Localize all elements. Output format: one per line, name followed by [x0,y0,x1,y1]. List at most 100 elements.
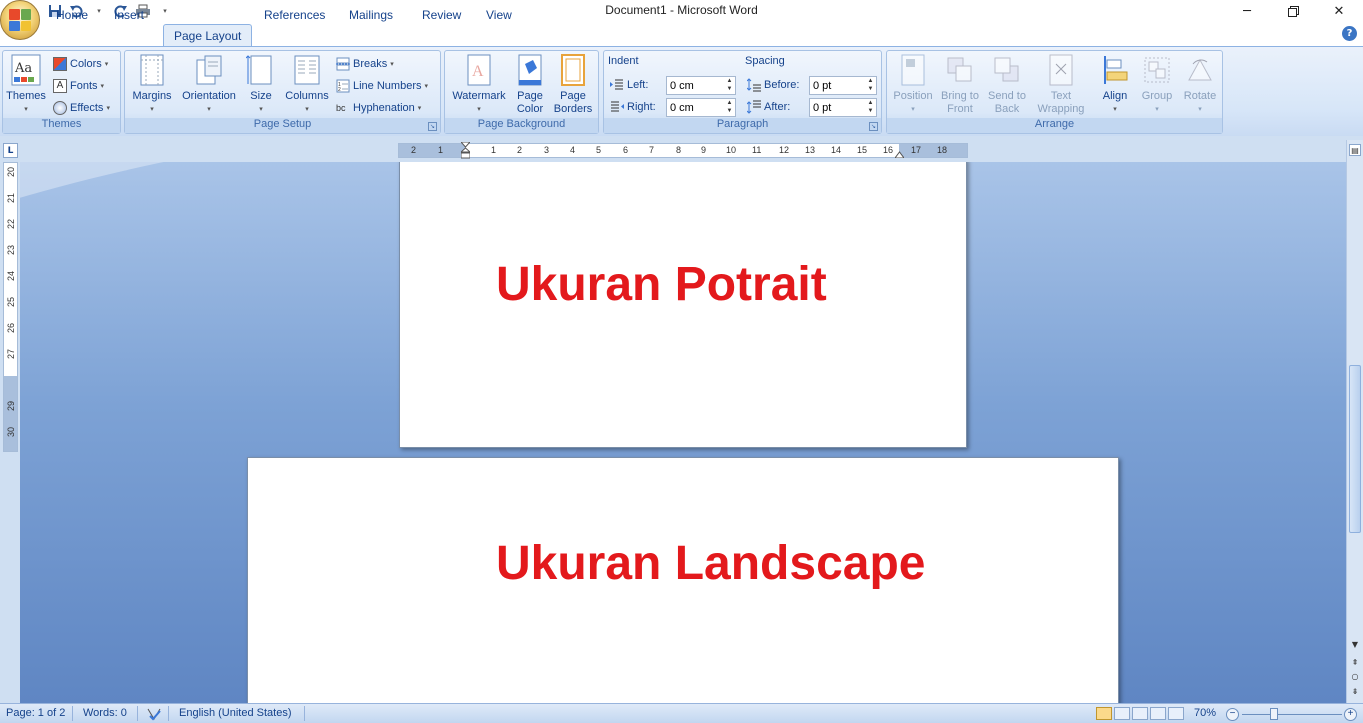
fonts-button[interactable]: A Fonts ▾ [53,79,104,93]
hyphenation-button[interactable]: bc Hyphenation ▾ [336,101,421,115]
previous-page-icon[interactable]: ⇞ [1349,656,1361,668]
chevron-down-icon: ▾ [1155,106,1159,113]
page-setup-launcher-icon[interactable]: ↘ [428,122,437,131]
tab-insert[interactable]: Insert [104,4,154,25]
group-button[interactable]: Group ▾ [1137,54,1177,116]
spacing-before-input[interactable]: 0 pt ▲ ▼ [809,76,877,95]
size-button[interactable]: Size ▾ [243,54,279,116]
align-label: Align [1102,90,1128,102]
help-icon[interactable]: ? [1342,26,1357,41]
colors-button[interactable]: Colors ▾ [53,57,108,71]
right-text: Right: [627,101,656,113]
rotate-button[interactable]: Rotate ▾ [1179,54,1221,116]
line-numbers-button[interactable]: 12 Line Numbers ▾ [336,79,428,93]
ruler-right-margin [899,144,967,157]
outline-view-icon[interactable] [1150,707,1166,720]
themes-button[interactable]: Aa Themes ▾ [5,54,47,116]
page-landscape[interactable]: Ukuran Landscape [247,457,1119,703]
page-count[interactable]: Page: 1 of 2 [6,707,65,719]
restore-icon[interactable] [1270,0,1316,22]
web-layout-view-icon[interactable] [1132,707,1148,720]
columns-icon [292,54,322,86]
group-themes: Aa Themes ▾ Colors ▾ A Fonts ▾ Effects ▾ Th… [2,50,121,134]
svg-text:Aa: Aa [14,61,32,76]
spinner-arrows-icon[interactable]: ▲ ▼ [866,77,875,94]
ruler-label: 3 [544,145,550,155]
orientation-button[interactable]: Orientation ▾ [177,54,241,116]
ruler-label: 10 [726,145,737,155]
select-browse-object-icon[interactable]: ○ [1349,670,1361,682]
view-ruler-icon[interactable]: ▤ [1349,144,1361,156]
spacing-after-input[interactable]: 0 pt ▲ ▼ [809,98,877,117]
before-text: Before: [764,79,800,91]
bring-to-front-label-2: Front [947,103,973,115]
spinner-arrows-icon[interactable]: ▲ ▼ [866,99,875,116]
indent-right-input[interactable]: 0 cm ▲ ▼ [666,98,736,117]
indent-left-input[interactable]: 0 cm ▲ ▼ [666,76,736,95]
tab-view[interactable]: View [476,4,522,25]
watermark-button[interactable]: A Watermark ▾ [449,54,509,116]
page-borders-button[interactable]: Page Borders [551,54,595,116]
themes-icon: Aa [11,54,41,86]
bring-to-front-button[interactable]: Bring to Front [937,54,983,116]
spinner-arrows-icon[interactable]: ▲ ▼ [725,77,734,94]
tab-page-layout[interactable]: Page Layout [163,24,253,46]
scrollbar-thumb[interactable] [1349,365,1361,533]
size-icon [245,54,276,86]
zoom-in-icon[interactable]: + [1344,708,1357,721]
vertical-scrollbar[interactable]: ▤ ▼ ⇞ ○ ⇟ [1346,140,1363,703]
tab-references[interactable]: References [254,4,335,25]
tab-home[interactable]: Home [46,4,98,25]
scroll-down-icon[interactable]: ▼ [1349,638,1361,650]
word-count[interactable]: Words: 0 [83,707,127,719]
horizontal-ruler[interactable]: 2 1 1 2 3 4 5 6 7 8 9 10 11 12 13 14 15 … [398,141,968,159]
draft-view-icon[interactable] [1168,707,1184,720]
spinner-arrows-icon[interactable]: ▲ ▼ [725,99,734,116]
paragraph-launcher-icon[interactable]: ↘ [869,122,878,131]
proofing-icon[interactable] [146,707,162,723]
effects-button[interactable]: Effects ▾ [53,101,110,115]
group-label-page-background: Page Background [445,118,598,133]
align-button[interactable]: Align ▾ [1095,54,1135,116]
ruler-label: 26 [6,323,16,334]
page-portrait[interactable]: Ukuran Potrait [399,162,967,448]
right-indent-marker-icon[interactable] [894,148,905,159]
line-numbers-label: Line Numbers [353,80,422,92]
zoom-slider-thumb[interactable] [1270,708,1278,720]
ruler-left-margin [399,144,465,157]
spacing-after-value: 0 pt [813,101,832,114]
print-layout-view-icon[interactable] [1096,707,1112,720]
page-color-label-1: Page [517,90,543,102]
language-status[interactable]: English (United States) [179,707,292,719]
full-screen-reading-view-icon[interactable] [1114,707,1130,720]
minimize-icon[interactable]: ─ [1224,0,1270,22]
tab-review[interactable]: Review [412,4,471,25]
office-button[interactable] [0,0,40,40]
ruler-label: 9 [701,145,707,155]
portrait-heading[interactable]: Ukuran Potrait [496,257,827,312]
vertical-ruler[interactable]: 20 21 22 23 24 25 26 27 29 30 [3,162,18,452]
columns-button[interactable]: Columns ▾ [283,54,331,116]
zoom-out-icon[interactable]: − [1226,708,1239,721]
landscape-heading[interactable]: Ukuran Landscape [496,536,925,591]
margins-button[interactable]: Margins ▾ [129,54,175,116]
tab-stop-selector-icon[interactable]: L [3,143,18,158]
close-icon[interactable]: ✕ [1316,0,1362,22]
position-button[interactable]: Position ▾ [889,54,937,116]
page-borders-label-2: Borders [553,103,593,115]
status-divider [72,706,73,721]
zoom-slider-track[interactable] [1242,714,1342,715]
indent-marker-icon[interactable] [459,141,472,159]
next-page-icon[interactable]: ⇟ [1349,685,1361,697]
send-to-back-button[interactable]: Send to Back [984,54,1030,116]
ruler-label: 24 [6,271,16,282]
text-wrapping-button[interactable]: Text Wrapping [1032,54,1090,116]
indent-left-icon [610,78,624,92]
after-text: After: [764,101,791,113]
ruler-label: 4 [570,145,576,155]
page-color-button[interactable]: Page Color [511,54,549,116]
zoom-level[interactable]: 70% [1194,707,1216,719]
breaks-button[interactable]: Breaks ▾ [336,57,394,71]
chevron-down-icon: ▾ [100,83,105,90]
tab-mailings[interactable]: Mailings [339,4,403,25]
